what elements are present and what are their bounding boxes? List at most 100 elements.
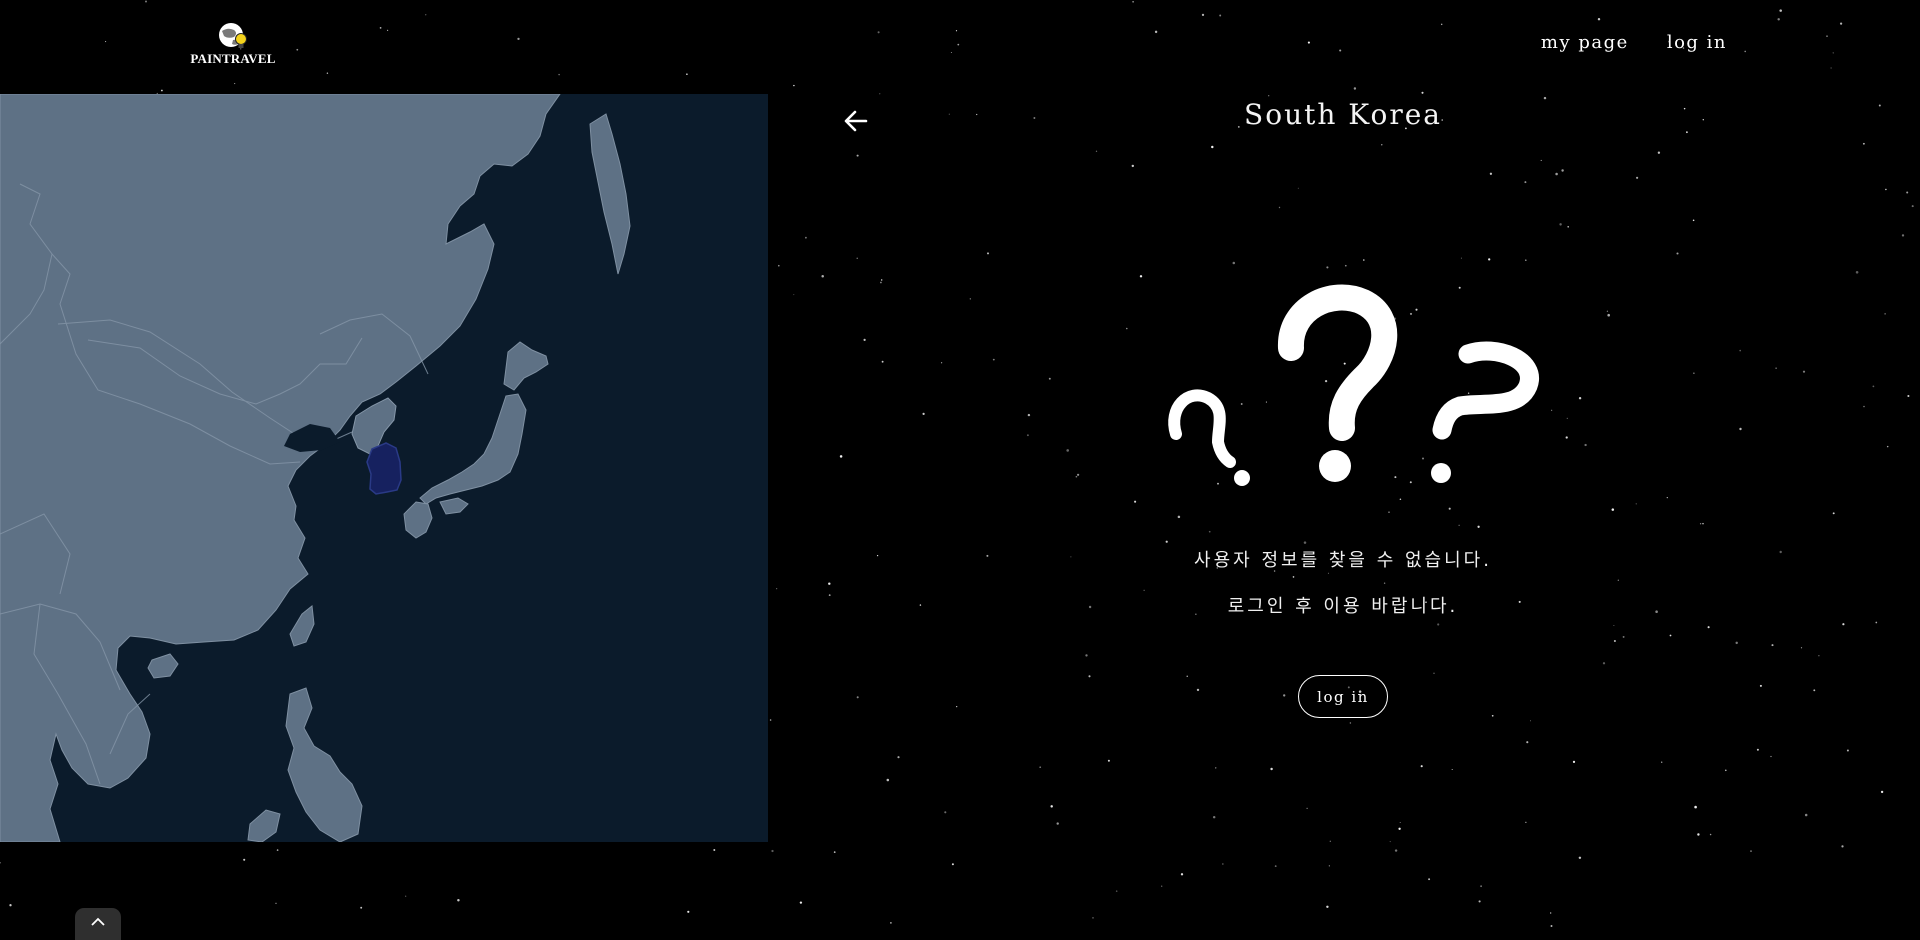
nav-my-page-link[interactable]: my page (1541, 32, 1629, 53)
star (1388, 511, 1390, 513)
star (1306, 807, 1308, 810)
star (1033, 117, 1036, 119)
star (1770, 755, 1772, 758)
star (1602, 662, 1606, 665)
star (1428, 878, 1431, 881)
star (1750, 850, 1752, 852)
star (1655, 610, 1658, 613)
star (1875, 621, 1878, 624)
star (1693, 372, 1695, 374)
star (1613, 624, 1615, 627)
star (1477, 525, 1480, 528)
star (1070, 556, 1072, 558)
star (1161, 885, 1163, 887)
nav-log-in-link[interactable]: log in (1667, 32, 1727, 53)
star (948, 113, 950, 115)
star (1832, 512, 1835, 515)
logo-text: PAINTRAVEL (190, 51, 276, 66)
star (1529, 720, 1532, 722)
scroll-to-top-button[interactable] (75, 908, 121, 940)
star (1056, 822, 1059, 825)
star (1666, 496, 1668, 499)
world-map[interactable] (0, 94, 768, 842)
south-korea[interactable] (366, 442, 402, 495)
star (1165, 540, 1168, 543)
star (1437, 623, 1440, 626)
star (1478, 900, 1481, 903)
star (1180, 873, 1184, 876)
star (1846, 749, 1849, 752)
star (1739, 349, 1741, 352)
star (1139, 275, 1143, 278)
star (1270, 767, 1273, 771)
star (243, 858, 246, 861)
star (1115, 890, 1118, 892)
star (1692, 219, 1695, 222)
star (1802, 370, 1806, 373)
star (1134, 500, 1137, 503)
star (881, 360, 884, 363)
star (1491, 714, 1494, 717)
map-canvas[interactable] (0, 94, 768, 842)
star (1862, 142, 1865, 145)
login-required-message: 로그인 후 이용 바랍니다. (1227, 596, 1459, 617)
arrow-left-icon[interactable] (842, 108, 870, 134)
star (1622, 635, 1625, 638)
globe-lightbulb-icon (219, 23, 247, 48)
star (799, 901, 803, 904)
star (1186, 675, 1188, 677)
star (890, 922, 892, 924)
star (360, 906, 363, 909)
question-marks-illustration (1168, 284, 1539, 486)
star (9, 904, 12, 907)
star (793, 294, 795, 296)
star (1303, 541, 1307, 544)
star (1274, 865, 1277, 868)
star (1699, 523, 1702, 525)
star (769, 719, 772, 721)
star (1092, 917, 1094, 919)
chevron-up-icon (91, 917, 105, 926)
star (1878, 104, 1881, 107)
star (1027, 413, 1031, 417)
star (1222, 863, 1224, 865)
star (1525, 821, 1527, 823)
star (1095, 150, 1098, 152)
star (1075, 475, 1078, 478)
star (1451, 768, 1453, 771)
star (1841, 845, 1844, 848)
star (1885, 188, 1887, 191)
star (0, 862, 1, 864)
star (1525, 259, 1527, 261)
star (1177, 515, 1181, 519)
star (1572, 760, 1576, 764)
star (778, 264, 780, 267)
star (1669, 634, 1672, 637)
star (1048, 377, 1051, 380)
star (1283, 694, 1286, 697)
star (1566, 417, 1568, 420)
star (1735, 641, 1738, 645)
star (1676, 252, 1679, 255)
logo[interactable]: PAINTRAVEL (190, 19, 276, 69)
log-in-button[interactable]: log in (1298, 675, 1388, 718)
star (1739, 427, 1742, 431)
star (1399, 821, 1401, 824)
star (1617, 579, 1619, 581)
star (969, 298, 971, 300)
star (1800, 647, 1803, 649)
star (1697, 833, 1700, 836)
star (687, 910, 690, 913)
star (457, 898, 460, 902)
star (1901, 234, 1905, 237)
star (1292, 576, 1295, 578)
star (1088, 605, 1092, 609)
star (876, 554, 879, 557)
star (1702, 119, 1704, 121)
star (1578, 856, 1582, 860)
star (1526, 741, 1529, 744)
star (880, 281, 882, 284)
star (1842, 623, 1845, 626)
star (1551, 409, 1553, 411)
star (276, 849, 279, 851)
